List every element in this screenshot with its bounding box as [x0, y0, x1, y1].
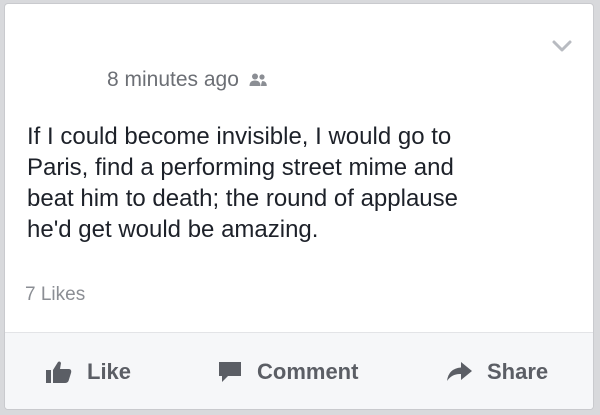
thumbs-up-icon — [46, 361, 72, 383]
post-card: 8 minutes ago If I could become invisibl… — [4, 3, 594, 410]
action-bar: Like Comment Share — [5, 332, 593, 409]
post-timestamp[interactable]: 8 minutes ago — [107, 68, 239, 92]
friends-icon[interactable] — [248, 72, 268, 88]
speech-bubble-icon — [219, 362, 241, 382]
share-label: Share — [487, 359, 549, 384]
comment-button[interactable]: Comment — [217, 333, 359, 409]
like-label: Like — [87, 359, 132, 384]
post-text: If I could become invisible, I would go … — [27, 123, 458, 243]
share-button[interactable]: Share — [445, 333, 549, 409]
chevron-down-icon[interactable] — [551, 38, 573, 54]
post-meta: 8 minutes ago — [107, 65, 268, 95]
likes-count[interactable]: 7 Likes — [25, 284, 85, 306]
comment-label: Comment — [257, 359, 359, 384]
share-arrow-icon — [447, 362, 472, 381]
like-button[interactable]: Like — [45, 333, 132, 409]
